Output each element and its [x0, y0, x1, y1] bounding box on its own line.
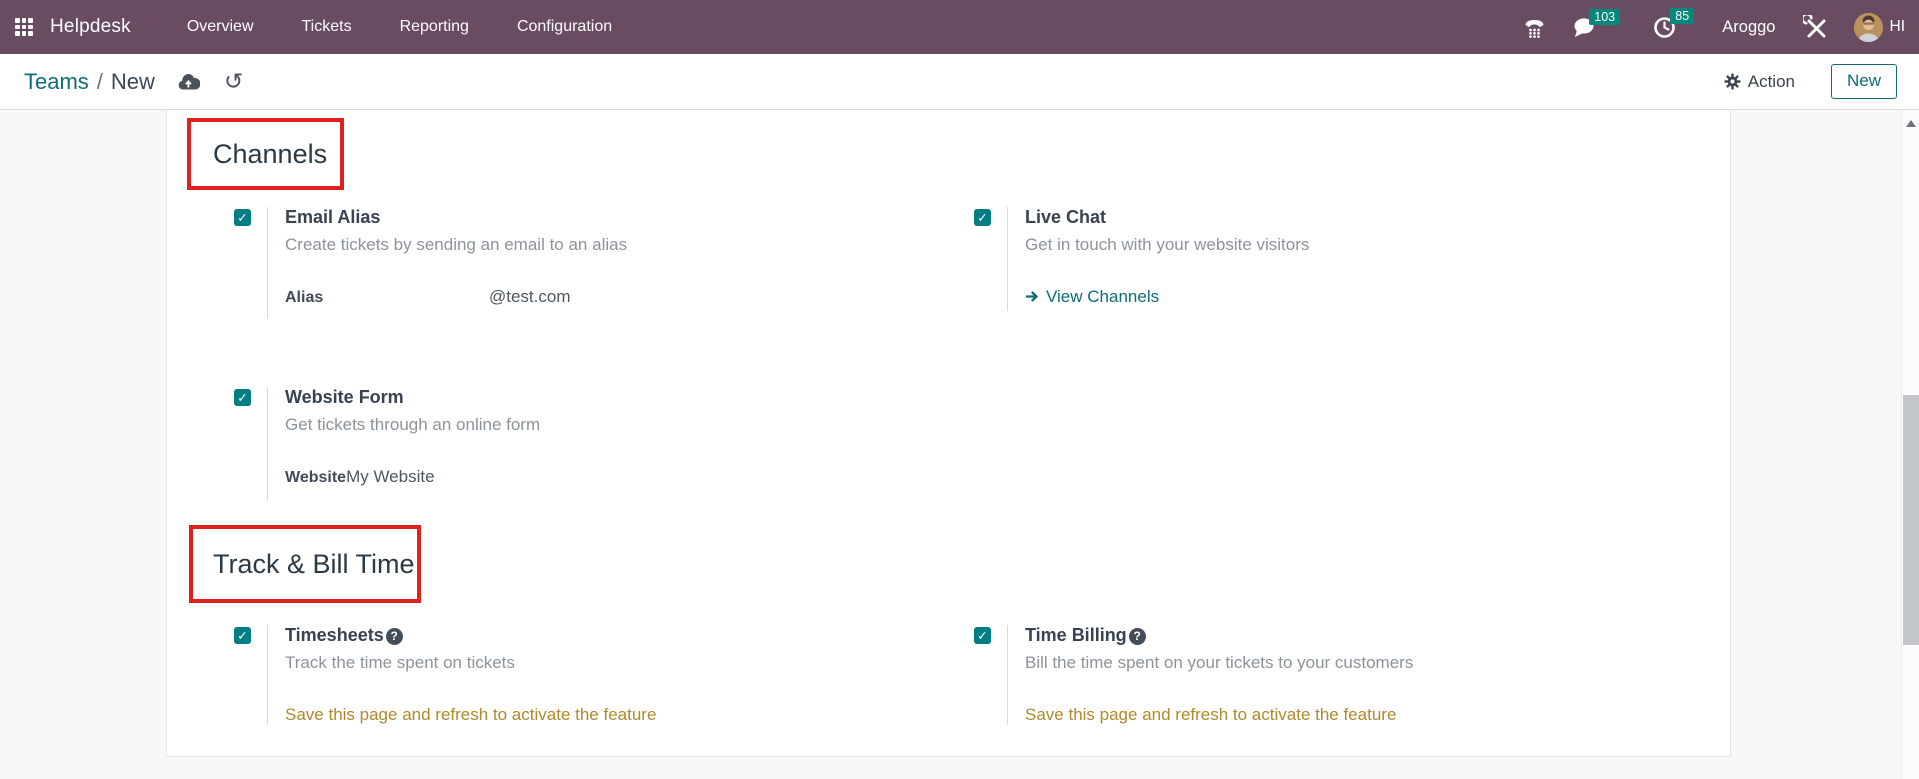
- user-initials[interactable]: HI: [1890, 18, 1906, 36]
- form-sheet: Channels ✓ Email Alias Create tickets by…: [166, 110, 1731, 757]
- developer-tools-icon[interactable]: [1803, 15, 1828, 40]
- view-channels-label: View Channels: [1046, 286, 1159, 307]
- time-billing-checkbox[interactable]: ✓: [974, 627, 991, 644]
- discard-undo-icon[interactable]: ↺: [224, 72, 243, 92]
- help-question-icon[interactable]: ?: [1129, 628, 1146, 645]
- scrollbar-up-arrow-icon[interactable]: [1906, 120, 1916, 127]
- messages-badge: 103: [1589, 9, 1620, 25]
- alias-field-label: Alias: [285, 287, 489, 308]
- channels-annotation-box: Channels: [187, 118, 344, 190]
- track-bill-heading: Track & Bill Time: [193, 549, 415, 580]
- feature-email-alias: ✓ Email Alias Create tickets by sending …: [234, 207, 924, 318]
- menu-tickets[interactable]: Tickets: [302, 18, 352, 36]
- vertical-scrollbar[interactable]: [1901, 110, 1919, 779]
- check-icon: ✓: [237, 390, 247, 405]
- website-form-title: Website Form: [285, 387, 540, 408]
- timesheets-title: Timesheets: [285, 625, 384, 645]
- channels-heading: Channels: [191, 139, 327, 170]
- website-field-label: Website: [285, 469, 346, 486]
- check-icon: ✓: [977, 628, 987, 643]
- track-bill-annotation-box: Track & Bill Time: [189, 525, 421, 603]
- check-icon: ✓: [237, 628, 247, 643]
- timesheets-checkbox[interactable]: ✓: [234, 627, 251, 644]
- time-billing-title: Time Billing: [1025, 625, 1127, 645]
- breadcrumb-teams[interactable]: Teams: [24, 69, 89, 95]
- time-billing-description: Bill the time spent on your tickets to y…: [1025, 652, 1413, 673]
- control-panel-right: Action New: [1724, 64, 1897, 99]
- alias-field-value[interactable]: @test.com: [489, 287, 571, 306]
- live-chat-title: Live Chat: [1025, 207, 1309, 228]
- website-form-description: Get tickets through an online form: [285, 414, 540, 435]
- menu-configuration[interactable]: Configuration: [517, 18, 612, 36]
- gear-icon: [1724, 73, 1741, 90]
- control-panel: Teams / New ↺: [0, 54, 1919, 110]
- menu-reporting[interactable]: Reporting: [400, 18, 469, 36]
- breadcrumb: Teams / New: [24, 69, 155, 95]
- email-alias-title: Email Alias: [285, 207, 627, 228]
- breadcrumb-separator: /: [97, 69, 103, 95]
- app-name[interactable]: Helpdesk: [50, 16, 131, 38]
- timesheets-description: Track the time spent on tickets: [285, 652, 656, 673]
- messages-icon[interactable]: 103: [1572, 17, 1596, 38]
- check-icon: ✓: [237, 210, 247, 225]
- top-navbar: Helpdesk Overview Tickets Reporting Conf…: [0, 0, 1919, 54]
- website-form-checkbox[interactable]: ✓: [234, 389, 251, 406]
- breadcrumb-current: New: [111, 69, 155, 95]
- main-menu: Overview Tickets Reporting Configuration: [131, 18, 612, 36]
- website-field-value[interactable]: My Website: [346, 467, 435, 486]
- timesheets-save-warning: Save this page and refresh to activate t…: [285, 704, 656, 725]
- topbar-right: 103 85 Aroggo: [1523, 13, 1905, 42]
- menu-overview[interactable]: Overview: [187, 18, 254, 36]
- activities-clock-icon[interactable]: 85: [1653, 16, 1676, 39]
- view-channels-link[interactable]: View Channels: [1025, 286, 1309, 307]
- user-avatar[interactable]: [1854, 13, 1883, 42]
- action-label: Action: [1748, 72, 1795, 92]
- activities-badge: 85: [1670, 8, 1694, 24]
- email-alias-description: Create tickets by sending an email to an…: [285, 234, 627, 255]
- voip-phone-icon[interactable]: [1523, 17, 1546, 38]
- arrow-right-icon: [1025, 290, 1039, 303]
- scrollbar-thumb[interactable]: [1903, 395, 1919, 645]
- new-button[interactable]: New: [1831, 64, 1897, 99]
- feature-website-form: ✓ Website Form Get tickets through an on…: [234, 387, 924, 501]
- feature-timesheets: ✓ Timesheets? Track the time spent on ti…: [234, 625, 924, 725]
- feature-live-chat: ✓ Live Chat Get in touch with your websi…: [974, 207, 1664, 311]
- email-alias-checkbox[interactable]: ✓: [234, 209, 251, 226]
- apps-grid-icon[interactable]: [15, 18, 33, 36]
- live-chat-description: Get in touch with your website visitors: [1025, 234, 1309, 255]
- action-menu-button[interactable]: Action: [1724, 72, 1795, 92]
- company-name[interactable]: Aroggo: [1722, 18, 1775, 37]
- time-billing-save-warning: Save this page and refresh to activate t…: [1025, 704, 1413, 725]
- live-chat-checkbox[interactable]: ✓: [974, 209, 991, 226]
- save-cloud-icon[interactable]: [177, 73, 200, 91]
- check-icon: ✓: [977, 210, 987, 225]
- feature-time-billing: ✓ Time Billing? Bill the time spent on y…: [974, 625, 1664, 725]
- help-question-icon[interactable]: ?: [386, 628, 403, 645]
- main-content: Channels ✓ Email Alias Create tickets by…: [0, 110, 1919, 779]
